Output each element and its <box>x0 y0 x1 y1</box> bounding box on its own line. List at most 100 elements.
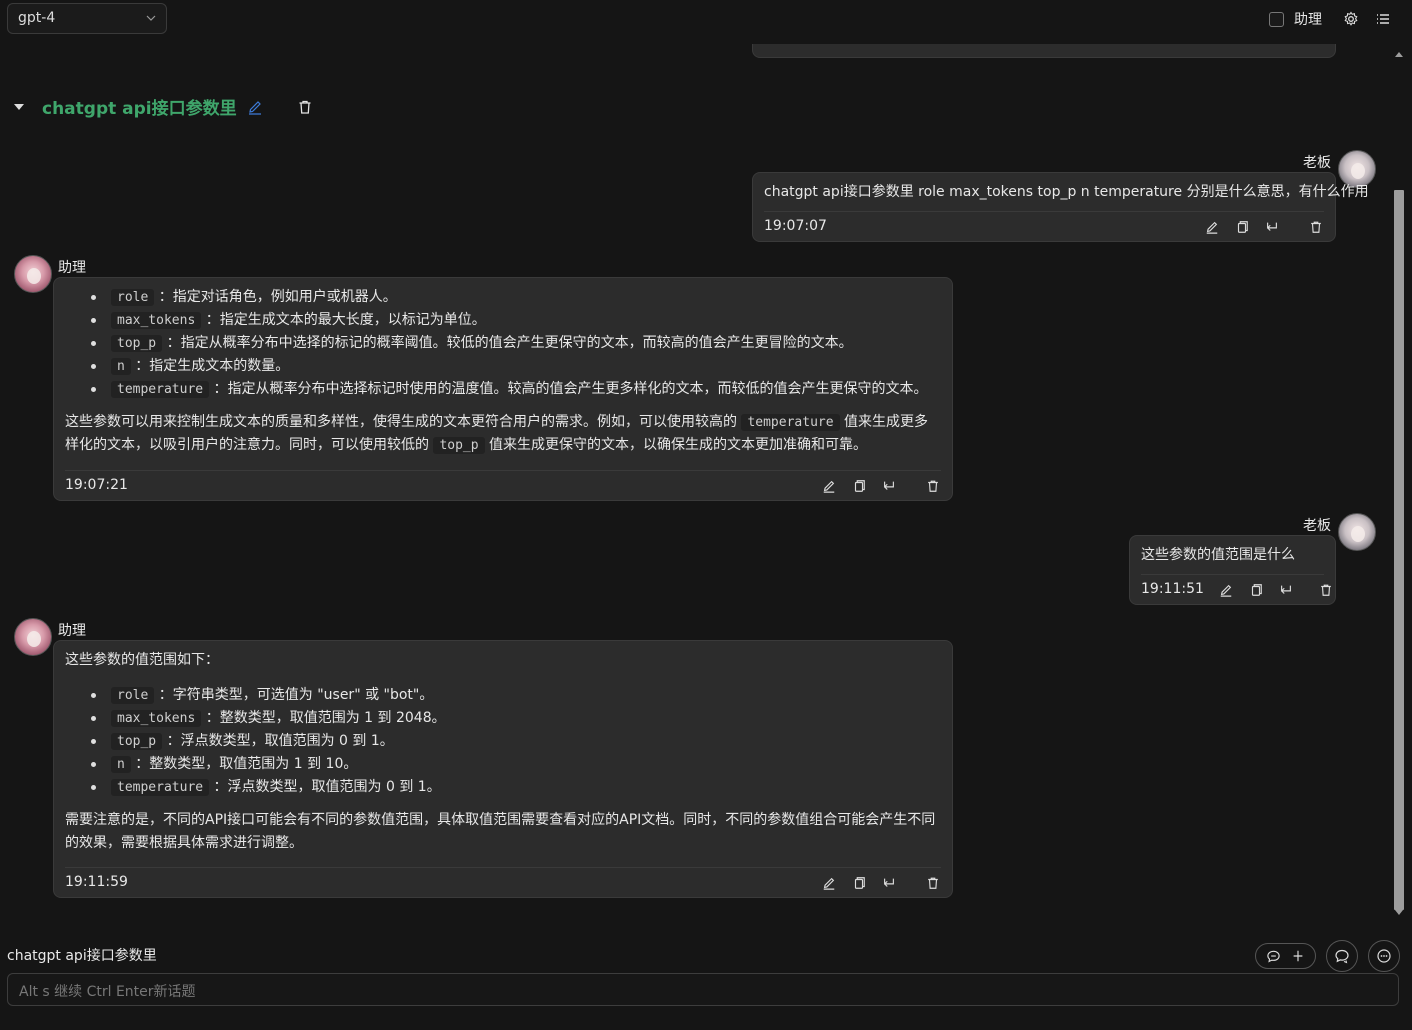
list-item-text: ：指定从概率分布中选择标记时使用的温度值。较高的值会产生更多样化的文本，而较低的… <box>213 381 928 397</box>
message-actions <box>1204 582 1334 598</box>
chat-bubbles-icon <box>1335 949 1349 964</box>
parameter-list: role ：字符串类型，可选值为 "user" 或 "bot"。 max_tok… <box>65 684 941 799</box>
inline-code: role <box>111 687 155 704</box>
message-input-placeholder: Alt s 继续 Ctrl Enter新话题 <box>19 984 196 1000</box>
assistant-toggle-label: 助理 <box>1294 12 1322 28</box>
list-item-text: ：指定生成文本的数量。 <box>135 358 290 374</box>
inline-code: top_p <box>111 733 163 750</box>
message-footer: 19:07:21 <box>65 470 941 500</box>
message-sender-name: 老板 <box>1303 155 1331 171</box>
chat-area[interactable]: chatgpt api接口参数里 老板 chatgpt api接口参数里 rol… <box>0 44 1392 920</box>
scroll-down-arrow-icon[interactable] <box>1395 910 1403 915</box>
message-actions <box>807 478 941 494</box>
delete-topic-trash-icon[interactable] <box>297 99 313 115</box>
list-item: temperature ：浮点数类型，取值范围为 0 到 1。 <box>87 776 941 799</box>
copy-icon[interactable] <box>851 478 867 494</box>
list-item-text: ：浮点数类型，取值范围为 0 到 1。 <box>166 733 394 749</box>
list-item-text: ：指定对话角色，例如用户或机器人。 <box>158 289 397 305</box>
scroll-up-arrow-icon[interactable] <box>1395 52 1403 57</box>
copy-icon[interactable] <box>1248 582 1264 598</box>
assistant-checkbox[interactable] <box>1269 11 1284 27</box>
list-item-text: ：指定从概率分布中选择的标记的概率阈值。较低的值会产生更保守的文本，而较高的值会… <box>166 335 853 351</box>
chat-bubble-icon <box>1267 950 1280 962</box>
parameter-list: role ：指定对话角色，例如用户或机器人。 max_tokens ：指定生成文… <box>65 286 941 401</box>
bottom-buttons <box>1255 940 1400 972</box>
new-topic-button[interactable] <box>1255 943 1316 969</box>
paragraph-text: 这些参数可以用来控制生成文本的质量和多样性，使得生成的文本更符合用户的需求。例如… <box>65 414 742 430</box>
inline-code: n <box>111 358 131 375</box>
inline-code: temperature <box>741 414 840 431</box>
edit-pencil-icon[interactable] <box>1204 219 1220 235</box>
chat-topics-button[interactable] <box>1326 940 1358 972</box>
message-footer: 19:11:59 <box>65 867 941 897</box>
list-item: max_tokens ：指定生成文本的最大长度，以标记为单位。 <box>87 309 941 332</box>
assistant-message-bubble: role ：指定对话角色，例如用户或机器人。 max_tokens ：指定生成文… <box>53 277 953 501</box>
list-item: max_tokens ：整数类型，取值范围为 1 到 2048。 <box>87 707 941 730</box>
plus-split-icon <box>1293 950 1303 962</box>
message-sender-name: 老板 <box>1303 518 1331 534</box>
message-paragraph: 需要注意的是，不同的API接口可能会有不同的参数值范围，具体取值范围需要查看对应… <box>65 812 936 851</box>
delete-trash-icon[interactable] <box>1308 219 1324 235</box>
message-actions <box>807 875 941 891</box>
inline-code: temperature <box>111 779 210 796</box>
list-item-text: ：整数类型，取值范围为 1 到 10。 <box>135 756 358 772</box>
continue-chat-button[interactable] <box>1368 940 1400 972</box>
edit-pencil-icon[interactable] <box>821 875 837 891</box>
list-item-text: ：字符串类型，可选值为 "user" 或 "bot"。 <box>158 687 434 703</box>
user-avatar <box>1338 150 1376 188</box>
list-menu-icon[interactable] <box>1372 8 1394 30</box>
edit-pencil-icon[interactable] <box>1218 582 1234 598</box>
model-select[interactable]: gpt-4 <box>7 3 167 34</box>
inline-code: top_p <box>433 437 485 454</box>
topic-header: chatgpt api接口参数里 <box>10 94 313 119</box>
paragraph-text: 值来生成更保守的文本，以确保生成的文本更加准确和可靠。 <box>484 437 868 453</box>
list-item: n ：整数类型，取值范围为 1 到 10。 <box>87 753 941 776</box>
message-input[interactable]: Alt s 继续 Ctrl Enter新话题 <box>7 973 1399 1006</box>
message-time: 19:07:07 <box>764 218 827 234</box>
regenerate-return-icon[interactable] <box>1278 582 1294 598</box>
inline-code: n <box>111 756 131 773</box>
delete-trash-icon[interactable] <box>925 478 941 494</box>
settings-gear-icon[interactable] <box>1340 8 1362 30</box>
list-item: temperature ：指定从概率分布中选择标记时使用的温度值。较高的值会产生… <box>87 378 941 401</box>
user-avatar <box>1338 513 1376 551</box>
message-sender-name: 助理 <box>58 623 86 639</box>
inline-code: role <box>111 289 155 306</box>
copy-icon[interactable] <box>1234 219 1250 235</box>
chevron-down-icon <box>146 15 156 21</box>
previous-message-bubble <box>752 44 1336 58</box>
message-time: 19:11:51 <box>1141 581 1204 597</box>
user-message-bubble: 这些参数的值范围是什么 19:11:51 <box>1129 535 1336 605</box>
inline-code: max_tokens <box>111 710 202 727</box>
list-item: role ：字符串类型，可选值为 "user" 或 "bot"。 <box>87 684 941 707</box>
top-bar: gpt-4 助理 <box>0 0 1412 44</box>
current-topic-label: chatgpt api接口参数里 <box>7 948 157 964</box>
message-actions <box>1190 219 1324 235</box>
edit-pencil-icon[interactable] <box>821 478 837 494</box>
message-time: 19:07:21 <box>65 477 128 493</box>
edit-topic-pencil-icon[interactable] <box>247 99 263 115</box>
collapse-caret-icon[interactable] <box>14 103 24 110</box>
message-intro: 这些参数的值范围如下： <box>65 652 219 668</box>
message-paragraph: 这些参数可以用来控制生成文本的质量和多样性，使得生成的文本更符合用户的需求。例如… <box>65 411 941 457</box>
copy-icon[interactable] <box>851 875 867 891</box>
model-select-value: gpt-4 <box>18 10 56 26</box>
chat-scrollbar[interactable] <box>1392 50 1408 920</box>
delete-trash-icon[interactable] <box>1318 582 1334 598</box>
list-item: top_p ：浮点数类型，取值范围为 0 到 1。 <box>87 730 941 753</box>
list-item-text: ：整数类型，取值范围为 1 到 2048。 <box>205 710 446 726</box>
assistant-avatar <box>14 618 52 656</box>
user-message-bubble: chatgpt api接口参数里 role max_tokens top_p n… <box>752 172 1369 242</box>
message-text: 这些参数的值范围是什么 <box>1141 547 1295 563</box>
regenerate-return-icon[interactable] <box>1264 219 1280 235</box>
list-item-text: ：浮点数类型，取值范围为 0 到 1。 <box>213 779 441 795</box>
regenerate-return-icon[interactable] <box>881 478 897 494</box>
message-sender-name: 助理 <box>58 260 86 276</box>
regenerate-return-icon[interactable] <box>881 875 897 891</box>
assistant-message-bubble: 这些参数的值范围如下： role ：字符串类型，可选值为 "user" 或 "b… <box>53 640 953 898</box>
message-footer: 19:07:07 <box>764 211 1324 241</box>
delete-trash-icon[interactable] <box>925 875 941 891</box>
scroll-thumb[interactable] <box>1394 190 1404 910</box>
list-item: n ：指定生成文本的数量。 <box>87 355 941 378</box>
list-item-text: ：指定生成文本的最大长度，以标记为单位。 <box>205 312 486 328</box>
